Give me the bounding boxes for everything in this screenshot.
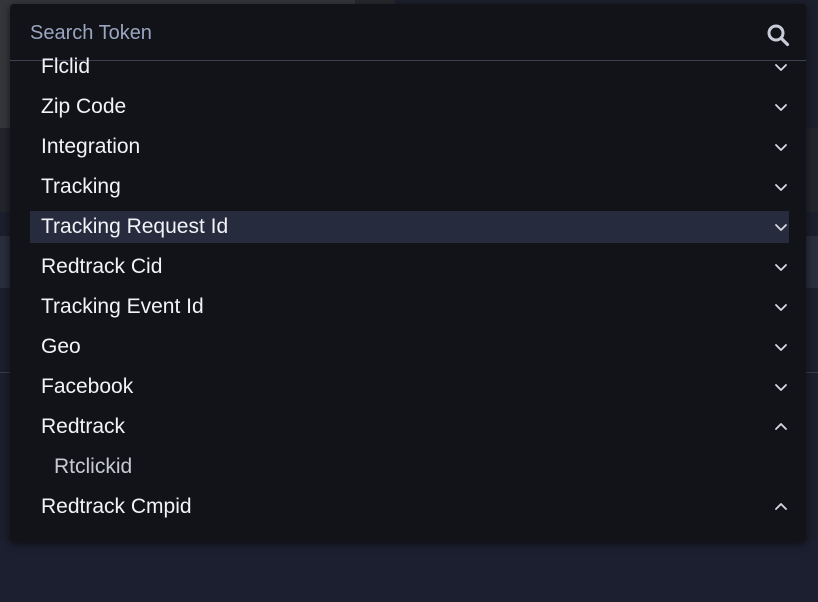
token-item-label: Rtclickid — [54, 455, 133, 478]
chevron-down-icon[interactable] — [773, 179, 789, 195]
token-item-label: Flclid — [41, 55, 91, 78]
token-item[interactable]: Tracking Event Id — [30, 291, 789, 323]
chevron-down-icon[interactable] — [773, 299, 789, 315]
chevron-down-icon[interactable] — [773, 59, 789, 75]
background-footer — [0, 540, 818, 602]
token-item[interactable]: Redtrack Cid — [30, 251, 789, 283]
token-list: Flclid Zip Code Integration Tracking Trackin… — [30, 51, 789, 531]
token-item-label: Geo — [41, 335, 81, 358]
chevron-down-icon[interactable] — [773, 99, 789, 115]
token-item-label: Redtrack — [41, 415, 126, 438]
token-item-label: Tracking Event Id — [41, 295, 204, 318]
token-item[interactable]: Facebook — [30, 371, 789, 403]
search-input[interactable] — [30, 16, 750, 50]
chevron-down-icon[interactable] — [773, 259, 789, 275]
token-item[interactable]: Integration — [30, 131, 789, 163]
token-item-label: Redtrack Cid — [41, 255, 163, 278]
chevron-down-icon[interactable] — [773, 379, 789, 395]
token-item[interactable]: Redtrack — [30, 411, 789, 443]
token-item[interactable]: Redtrack Cmpid — [30, 491, 789, 523]
token-item[interactable]: Geo — [30, 331, 789, 363]
token-picker-popup: Flclid Zip Code Integration Tracking Trackin… — [10, 4, 806, 542]
token-item[interactable]: Tracking — [30, 171, 789, 203]
chevron-up-icon[interactable] — [773, 499, 789, 515]
token-item[interactable]: Tracking Request Id — [30, 211, 789, 243]
chevron-up-icon[interactable] — [773, 419, 789, 435]
token-item-label: Zip Code — [41, 95, 127, 118]
token-sub-item[interactable]: Rtclickid — [30, 451, 789, 483]
token-item[interactable]: Flclid — [30, 51, 789, 83]
token-item-label: Redtrack Cmpid — [41, 495, 192, 518]
token-item[interactable]: Zip Code — [30, 91, 789, 123]
token-item-label: Integration — [41, 135, 141, 158]
chevron-down-icon[interactable] — [773, 139, 789, 155]
chevron-down-icon[interactable] — [773, 219, 789, 235]
chevron-down-icon[interactable] — [773, 339, 789, 355]
token-item-label: Tracking — [41, 175, 121, 198]
search-icon[interactable] — [766, 23, 790, 47]
token-item-label: Facebook — [41, 375, 134, 398]
token-item-label: Tracking Request Id — [41, 215, 229, 238]
